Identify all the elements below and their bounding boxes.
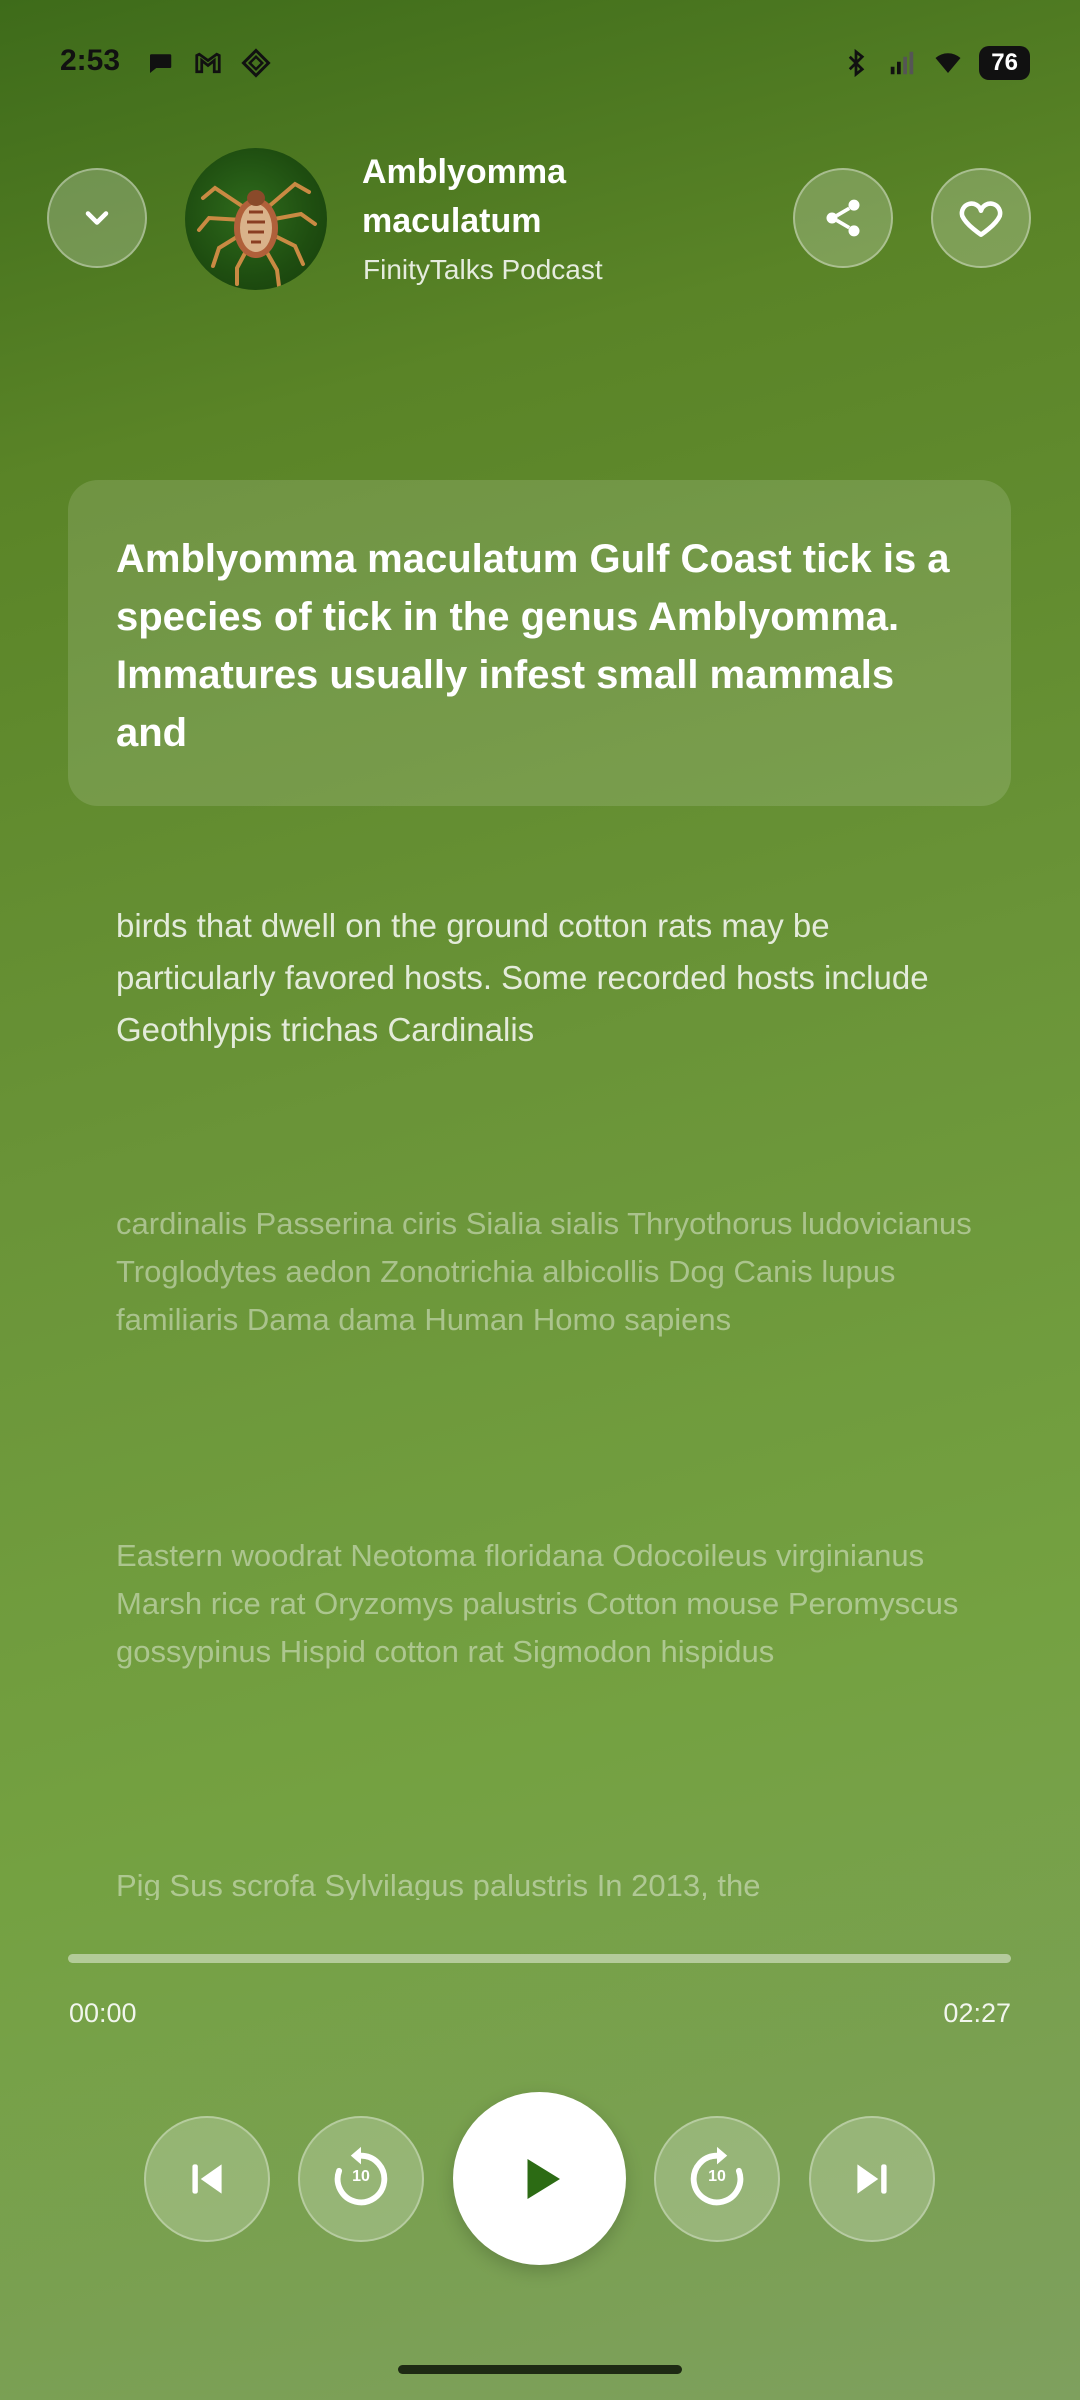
rewind-label: 10 [352, 2168, 370, 2185]
previous-button[interactable] [144, 2116, 270, 2242]
home-indicator[interactable] [398, 2365, 682, 2374]
message-icon [150, 54, 172, 73]
seek-bar[interactable] [68, 1954, 1011, 1963]
tick-image [197, 181, 317, 288]
battery-icon: 76 [979, 46, 1030, 80]
transcript-active-segment[interactable]: Amblyomma maculatum Gulf Coast tick is a… [68, 480, 1011, 806]
collapse-button[interactable] [47, 168, 147, 268]
status-time: 2:53 [60, 44, 121, 77]
notification-icons [145, 48, 271, 78]
play-button[interactable] [453, 2092, 626, 2265]
episode-title: Amblyomma maculatum [362, 153, 567, 240]
transcript-segment[interactable]: Eastern woodrat Neotoma floridana Odocoi… [116, 1532, 976, 1676]
transcript-segment[interactable]: Pig Sus scrofa Sylvilagus palustris In 2… [116, 1862, 976, 1900]
total-time: 02:27 [943, 1998, 1011, 2028]
app-icon [241, 48, 271, 78]
current-time: 00:00 [69, 1998, 137, 2028]
skip-next-icon [857, 2164, 887, 2194]
chevron-down-icon [85, 211, 109, 225]
bluetooth-icon [849, 48, 865, 78]
share-button[interactable] [793, 168, 893, 268]
favorite-button[interactable] [931, 168, 1031, 268]
transcript-segment[interactable]: birds that dwell on the ground cotton ra… [116, 900, 976, 1056]
forward-label: 10 [708, 2168, 726, 2185]
forward-10-button[interactable]: 10 [654, 2116, 780, 2242]
wifi-icon [935, 53, 961, 73]
transcript-view[interactable]: Amblyomma maculatum Gulf Coast tick is a… [68, 480, 1011, 1900]
gmail-icon [195, 52, 221, 74]
signal-icon [891, 51, 914, 75]
transcript-segment[interactable]: cardinalis Passerina ciris Sialia sialis… [116, 1200, 976, 1344]
system-icons: 76 [841, 46, 1030, 80]
share-icon [826, 199, 860, 237]
heart-icon [959, 201, 1003, 237]
skip-previous-icon [192, 2164, 222, 2194]
rewind-10-button[interactable]: 10 [298, 2116, 424, 2242]
play-icon [527, 2158, 560, 2199]
next-button[interactable] [809, 2116, 935, 2242]
status-bar: 2:53 76 [0, 0, 1080, 130]
podcast-name[interactable]: FinityTalks Podcast [363, 254, 603, 286]
episode-artwork [185, 148, 327, 290]
